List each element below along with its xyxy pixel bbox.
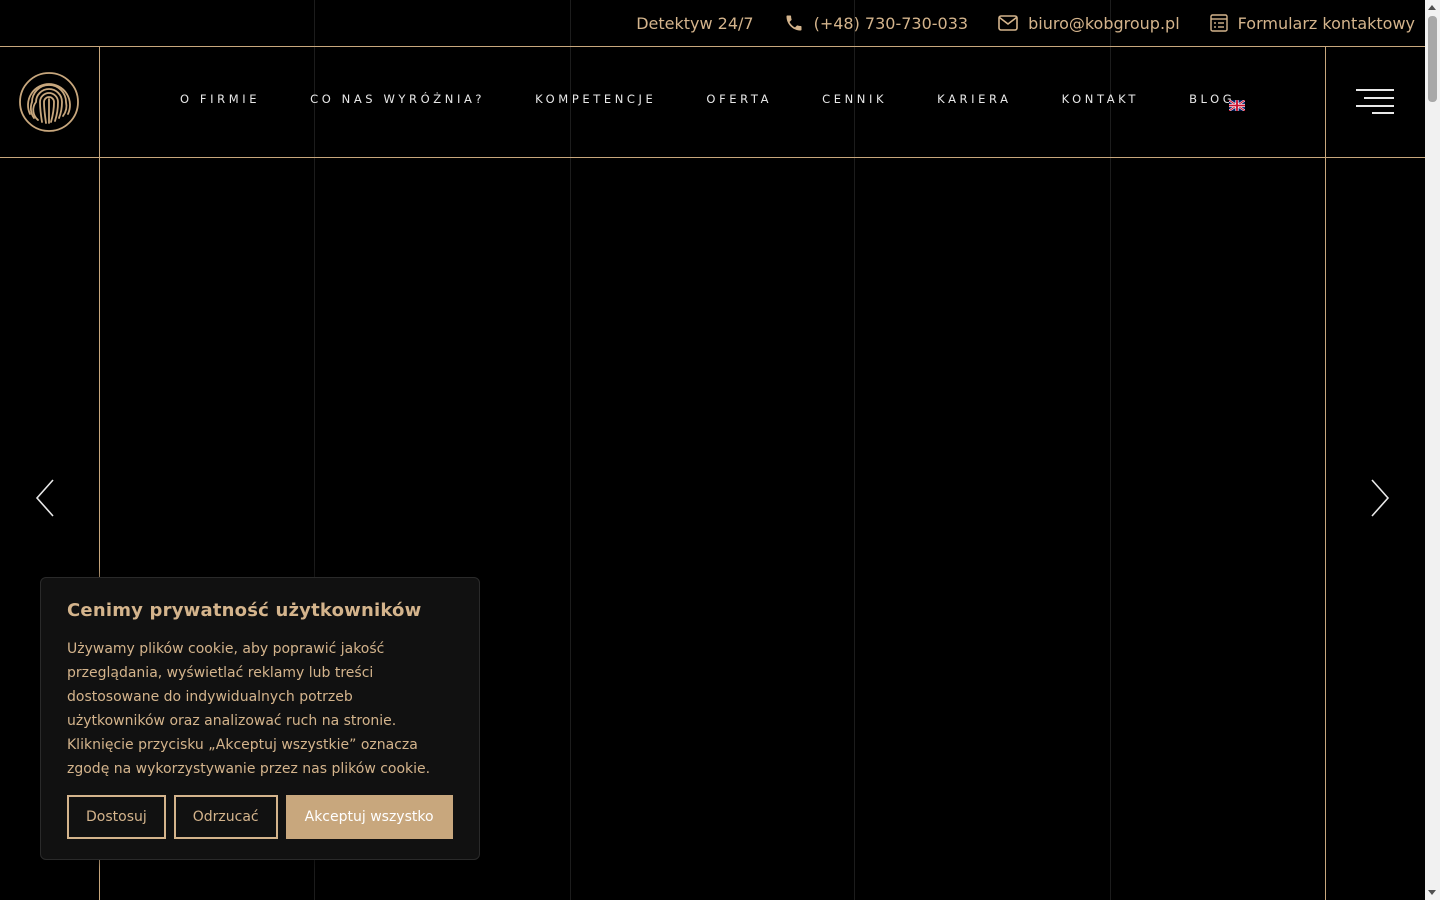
scrollbar-thumb[interactable] bbox=[1428, 16, 1437, 102]
accept-all-button[interactable]: Akceptuj wszystko bbox=[285, 795, 453, 839]
header-bottom-border bbox=[0, 157, 1425, 158]
fingerprint-logo-icon bbox=[19, 72, 79, 132]
nav-item-o-firmie[interactable]: O FIRMIE bbox=[180, 92, 260, 106]
hamburger-icon-line bbox=[1356, 89, 1394, 91]
frame-right-line bbox=[1325, 47, 1326, 900]
customize-button[interactable]: Dostosuj bbox=[67, 795, 166, 839]
grid-line bbox=[1110, 0, 1111, 900]
cookie-body: Używamy plików cookie, aby poprawić jako… bbox=[67, 641, 431, 777]
hamburger-menu-button[interactable] bbox=[1356, 88, 1394, 114]
hamburger-icon-line bbox=[1372, 112, 1394, 114]
nav-item-oferta[interactable]: OFERTA bbox=[706, 92, 772, 106]
nav-item-kariera[interactable]: KARIERA bbox=[937, 92, 1011, 106]
main-nav: O FIRMIE CO NAS WYRÓŻNIA? KOMPETENCJE OF… bbox=[180, 92, 1235, 106]
grid-line bbox=[570, 0, 571, 900]
page-scrollbar[interactable] bbox=[1425, 0, 1440, 900]
fingerprint-logo[interactable] bbox=[18, 71, 80, 133]
scroll-down-icon[interactable] bbox=[1428, 890, 1436, 895]
nav-item-cennik[interactable]: CENNIK bbox=[822, 92, 887, 106]
hamburger-icon-line bbox=[1364, 97, 1394, 99]
phone-link[interactable]: (+48) 730-730-033 bbox=[784, 13, 969, 33]
detective-24-7[interactable]: Detektyw 24/7 bbox=[636, 14, 753, 33]
contact-form-link[interactable]: Formularz kontaktowy bbox=[1209, 13, 1415, 33]
email-address: biuro@kobgroup.pl bbox=[1028, 13, 1180, 33]
email-link[interactable]: biuro@kobgroup.pl bbox=[998, 14, 1180, 33]
grid-line bbox=[854, 0, 855, 900]
contact-form-label: Formularz kontaktowy bbox=[1237, 13, 1415, 33]
detective-label: Detektyw 24/7 bbox=[636, 13, 754, 33]
cookie-buttons: Dostosuj Odrzucać Akceptuj wszystko bbox=[67, 795, 453, 839]
slider-prev-button[interactable] bbox=[33, 478, 57, 518]
language-switch-en[interactable] bbox=[1228, 96, 1246, 112]
form-icon bbox=[1209, 14, 1228, 32]
cookie-title: Cenimy prywatność użytkowników bbox=[67, 600, 422, 621]
cookie-consent-banner: Cenimy prywatność użytkowników Używamy p… bbox=[40, 577, 480, 860]
phone-number: (+48) 730-730-033 bbox=[813, 13, 969, 33]
chevron-right-icon bbox=[1371, 479, 1390, 517]
nav-item-kompetencje[interactable]: KOMPETENCJE bbox=[535, 92, 656, 106]
nav-item-co-nas-wyroznia[interactable]: CO NAS WYRÓŻNIA? bbox=[310, 92, 485, 106]
uk-flag-icon bbox=[1228, 99, 1246, 112]
slider-next-button[interactable] bbox=[1368, 478, 1392, 518]
scroll-up-icon[interactable] bbox=[1428, 5, 1436, 10]
phone-icon bbox=[786, 15, 802, 31]
top-bar: Detektyw 24/7 (+48) 730-730-033 biuro@ko… bbox=[0, 0, 1425, 46]
chevron-left-icon bbox=[35, 479, 54, 517]
envelope-icon bbox=[998, 15, 1018, 31]
hamburger-icon-line bbox=[1356, 105, 1394, 107]
nav-item-kontakt[interactable]: KONTAKT bbox=[1062, 92, 1139, 106]
header-top-border bbox=[0, 46, 1425, 47]
reject-button[interactable]: Odrzucać bbox=[173, 795, 278, 839]
